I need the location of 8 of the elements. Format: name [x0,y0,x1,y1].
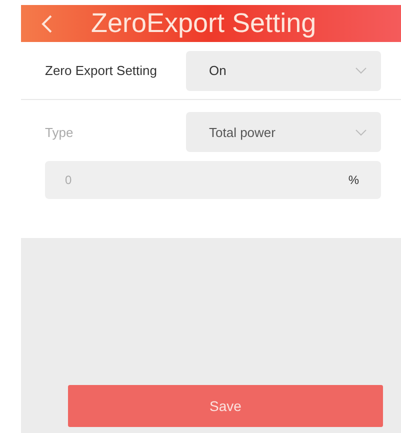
chevron-down-icon [355,67,367,74]
chevron-down-icon [355,128,367,136]
dropdown[interactable]: On [186,50,381,90]
field-label: Type [45,124,74,140]
unit-label: % [348,173,359,187]
back-icon[interactable] [41,14,53,34]
field-label: Zero Export Setting [45,63,158,78]
page-title: ZeroExport Setting [91,8,316,39]
